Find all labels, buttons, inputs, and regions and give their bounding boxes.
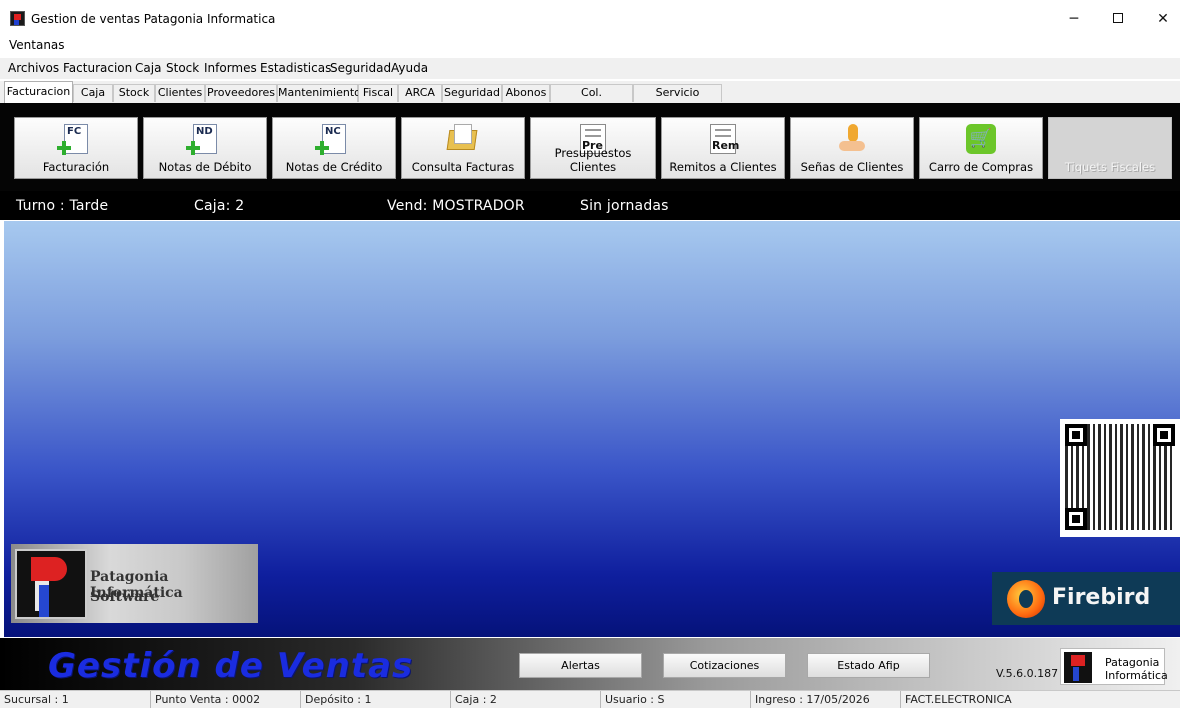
status-modo: FACT.ELECTRONICA (905, 693, 1012, 706)
patagonia-mini-logo: Patagonia Informática (1060, 648, 1168, 685)
doc-add-icon: NC (315, 124, 346, 155)
tab-seguridad[interactable]: Seguridad (442, 84, 502, 102)
title-bar: Gestion de ventas Patagonia Informatica … (0, 0, 1180, 37)
tab-caja[interactable]: Caja (73, 84, 113, 102)
button-label: Notas de Débito (158, 160, 252, 174)
button-label: Consulta Facturas (411, 160, 515, 174)
main-menu-bar: Archivos Facturacion Caja Stock Informes… (0, 58, 1180, 79)
window-menu-bar: Ventanas (0, 37, 1180, 55)
button-label: Facturación (42, 160, 110, 174)
consulta-facturas-button[interactable]: Consulta Facturas (401, 117, 525, 179)
cart-icon: 🛒 (966, 124, 996, 154)
footer-panel: Gestión de Ventas Alertas Cotizaciones E… (0, 638, 1180, 690)
firebird-icon (1007, 580, 1045, 618)
remitos-clientes-button[interactable]: Rem Remitos a Clientes (661, 117, 785, 179)
logo-company-sub: Software (90, 589, 160, 605)
tab-stock[interactable]: Stock (113, 84, 155, 102)
menu-archivos[interactable]: Archivos (8, 61, 59, 75)
status-usuario: Usuario : S (601, 691, 751, 708)
app-icon[interactable] (10, 11, 25, 26)
session-info-bar: Turno : Tarde Caja: 2 Vend: MOSTRADOR Si… (0, 191, 1180, 220)
tab-clientes[interactable]: Clientes (155, 84, 205, 102)
status-sucursal: Sucursal : 1 (0, 691, 151, 708)
menu-estadisticas[interactable]: Estadisticas (260, 61, 331, 75)
window-title: Gestion de ventas Patagonia Informatica (31, 12, 276, 26)
maximize-button[interactable] (1095, 4, 1141, 34)
tab-arca[interactable]: ARCA (398, 84, 442, 102)
menu-facturacion[interactable]: Facturacion (63, 61, 132, 75)
tab-servicio-tecnico[interactable]: Servicio Técnico (633, 84, 722, 115)
menu-seguridad[interactable]: Seguridad (330, 61, 391, 75)
document-icon: Rem (710, 124, 739, 154)
vendedor-label: Vend: MOSTRADOR (387, 198, 525, 214)
facturacion-button[interactable]: FC Facturación (14, 117, 138, 179)
folder-icon (446, 124, 478, 150)
carro-compras-button[interactable]: 🛒 Carro de Compras (919, 117, 1043, 179)
app-brand-title: Gestión de Ventas (48, 646, 414, 686)
firebird-logo: Firebird (992, 572, 1180, 625)
jornada-label: Sin jornadas (580, 198, 669, 214)
button-label: Remitos a Clientes (669, 160, 777, 174)
doc-add-icon: FC (57, 124, 88, 155)
status-punto-venta: Punto Venta : 0002 (151, 691, 301, 708)
facturacion-toolbar: FC Facturación ND Notas de Débito NC Not… (0, 103, 1180, 191)
menu-informes[interactable]: Informes (204, 61, 257, 75)
menu-ayuda[interactable]: Ayuda (391, 61, 428, 75)
coin-hand-icon (837, 124, 867, 154)
tab-fiscal[interactable]: Fiscal (358, 84, 398, 102)
notas-credito-button[interactable]: NC Notas de Crédito (272, 117, 396, 179)
status-caja: Caja : 2 (451, 691, 601, 708)
minimize-button[interactable]: ─ (1051, 4, 1097, 34)
button-label: Presupuestos Clientes (554, 146, 632, 174)
tab-mantenimiento[interactable]: Mantenimiento (277, 84, 361, 102)
doc-add-icon: ND (186, 124, 217, 155)
tab-proveedores[interactable]: Proveedores (205, 84, 277, 102)
cotizaciones-button[interactable]: Cotizaciones (663, 653, 786, 678)
senas-clientes-button[interactable]: Señas de Clientes (790, 117, 914, 179)
button-label: Tiquets Fiscales (1064, 160, 1156, 174)
button-label: Señas de Clientes (800, 160, 904, 174)
pi-logo-icon (1064, 652, 1092, 683)
tiquets-fiscales-button: Tiquets Fiscales (1048, 117, 1172, 179)
status-bar: Sucursal : 1 Punto Venta : 0002 Depósito… (0, 690, 1180, 708)
version-label: V.5.6.0.187 (996, 667, 1059, 680)
pi-logo-icon (15, 549, 87, 619)
estado-afip-button[interactable]: Estado Afip (807, 653, 930, 678)
alertas-button[interactable]: Alertas (519, 653, 642, 678)
button-label: Carro de Compras (928, 160, 1034, 174)
firebird-text: Firebird (1052, 585, 1151, 610)
tab-abonos[interactable]: Abonos (502, 84, 550, 102)
status-ingreso: Ingreso : 17/05/2026 20:38 (751, 691, 901, 708)
notas-debito-button[interactable]: ND Notas de Débito (143, 117, 267, 179)
tab-facturacion[interactable]: Facturacion (4, 81, 73, 103)
module-tabs: Facturacion Caja Stock Clientes Proveedo… (0, 81, 1180, 115)
qr-code (1060, 419, 1180, 537)
presupuestos-clientes-button[interactable]: Pre Presupuestos Clientes (530, 117, 656, 179)
status-deposito: Depósito : 1 (301, 691, 451, 708)
close-button[interactable]: ✕ (1140, 4, 1180, 34)
button-label: Notas de Crédito (285, 160, 383, 174)
menu-ventanas[interactable]: Ventanas (9, 38, 65, 52)
tab-col-ingenieros[interactable]: Col. Ingenieros (550, 84, 633, 115)
menu-caja[interactable]: Caja (135, 61, 161, 75)
caja-label: Caja: 2 (194, 198, 245, 214)
turno-label: Turno : Tarde (16, 198, 109, 214)
menu-stock[interactable]: Stock (166, 61, 199, 75)
patagonia-software-logo: Patagonia Informática Software (11, 544, 258, 623)
